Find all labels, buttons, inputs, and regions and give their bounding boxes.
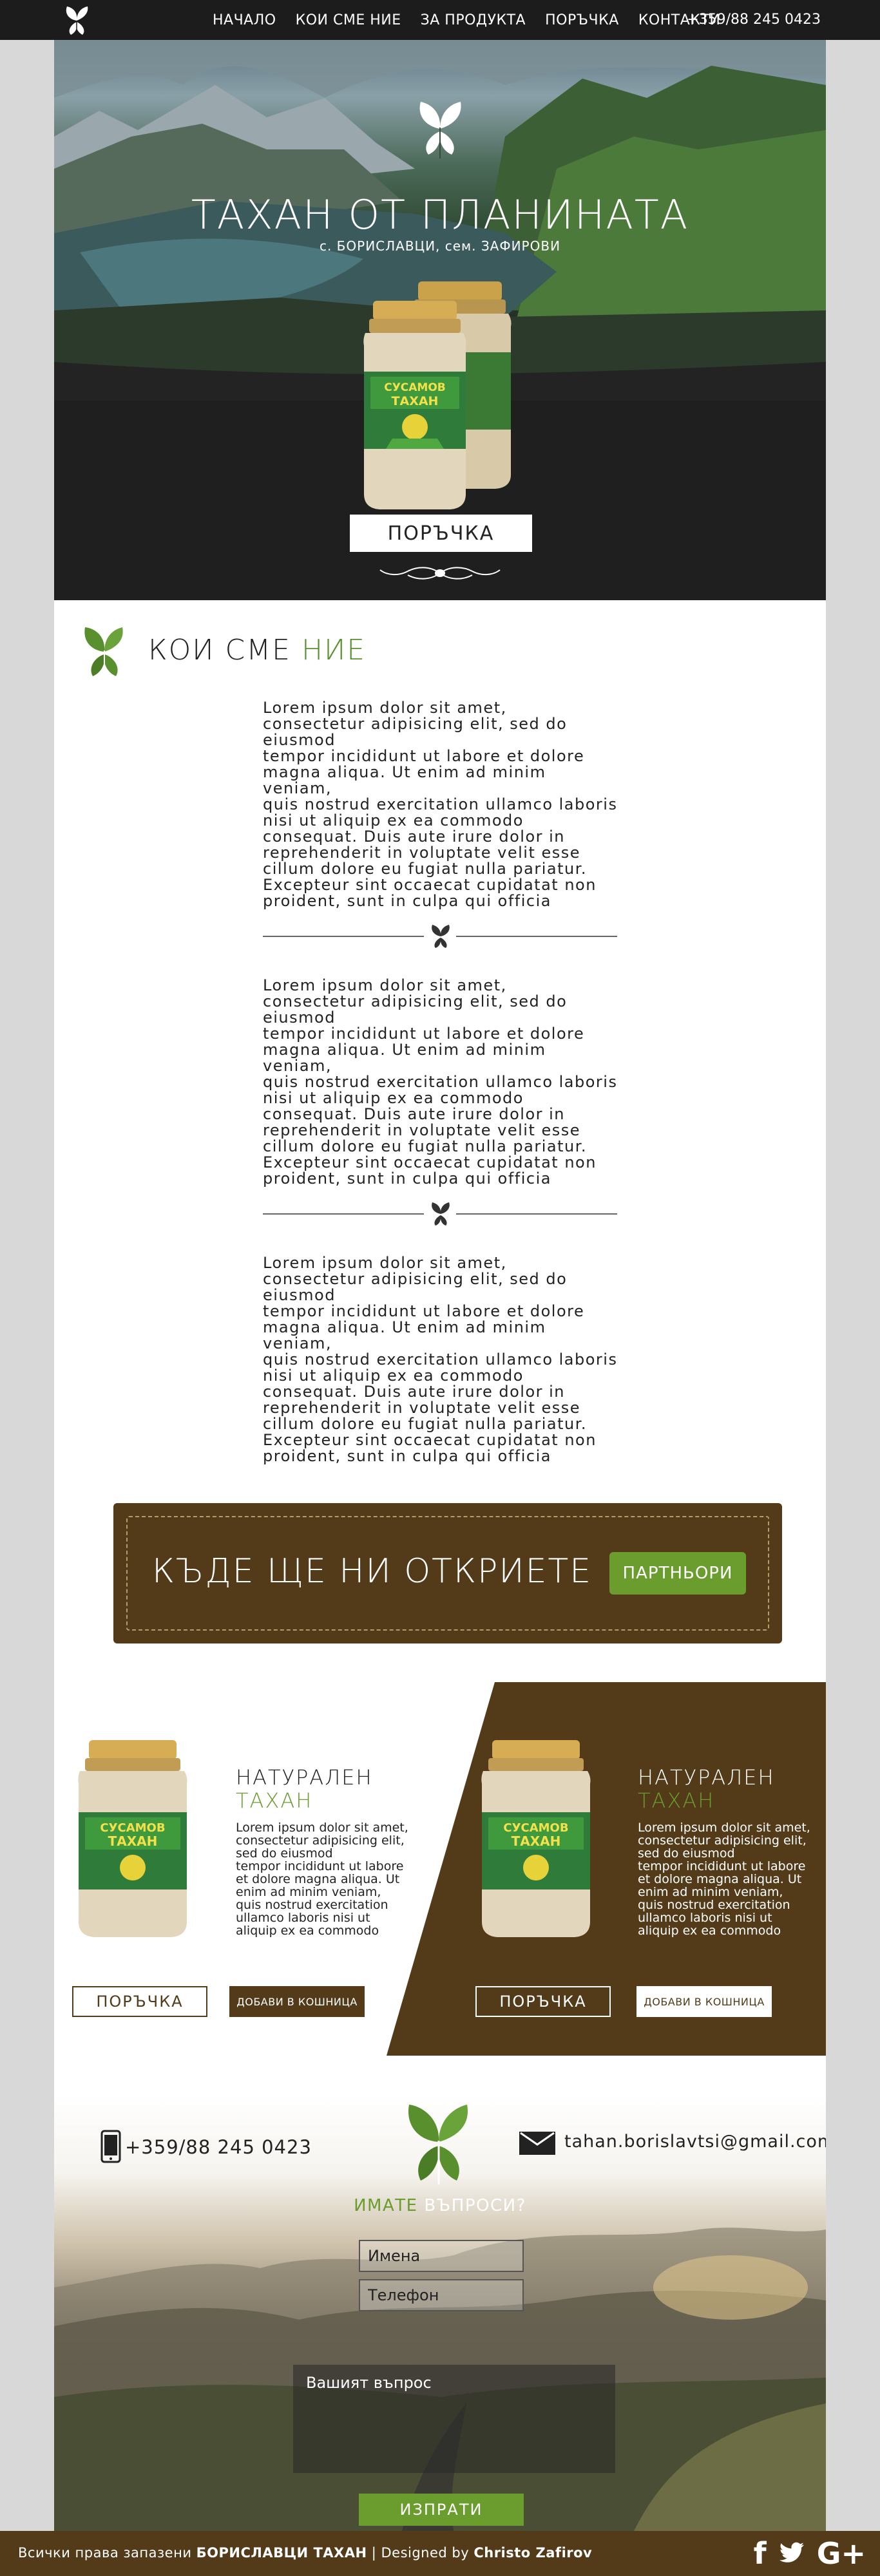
product-1-title-accent: ТАХАН (236, 1788, 313, 1813)
product-2-description: Lorem ipsum dolor sit amet, consectetur … (638, 1821, 810, 1938)
product-1-description: Lorem ipsum dolor sit amet, consectetur … (236, 1821, 408, 1938)
footer-designer[interactable]: Christo Zafirov (473, 2545, 592, 2561)
product-2-order-button[interactable]: ПОРЪЧКА (475, 1986, 611, 2017)
footer-brand: БОРИСЛАВЦИ ТАХАН (196, 2545, 367, 2561)
product-1-title: НАТУРАЛЕН ТАХАН (236, 1766, 373, 1812)
product-2-title-accent: ТАХАН (638, 1788, 715, 1813)
questions-heading: ИМАТЕ ВЪПРОСИ? (54, 2196, 826, 2215)
submit-button[interactable]: ИЗПРАТИ (359, 2494, 524, 2526)
products-section: СУСАМОВ ТАХАН НАТУРАЛЕН ТАХАН Lorem ipsum… (54, 1682, 826, 2056)
hero-section: ТАХАН ОТ ПЛАНИНАТА с. БОРИСЛАВЦИ, сем. З… (54, 40, 826, 600)
footer-text: Всички права запазени БОРИСЛАВЦИ ТАХАН |… (18, 2545, 592, 2561)
nav-link-product[interactable]: ЗА ПРОДУКТА (421, 12, 526, 28)
product-1-title-main: НАТУРАЛЕН (236, 1765, 373, 1790)
product-jar-image: СУСАМОВ ТАХАН (481, 1740, 591, 1937)
jar-label-bottom: ТАХАН (512, 1833, 561, 1849)
product-jar-image: СУСАМОВ ТАХАН (78, 1740, 187, 1937)
about-paragraph-2: Lorem ipsum dolor sit amet, consectetur … (263, 976, 618, 1188)
page-column: ТАХАН ОТ ПЛАНИНАТА с. БОРИСЛАВЦИ, сем. З… (54, 40, 826, 2531)
mail-icon (519, 2132, 555, 2155)
partners-button[interactable]: ПАРТНЬОРИ (609, 1552, 746, 1595)
jar-label-top: СУСАМОВ (503, 1821, 568, 1835)
where-to-find-us-banner: КЪДЕ ЩЕ НИ ОТКРИЕТЕ ПАРТНЬОРИ (113, 1503, 782, 1643)
about-paragraph-3: Lorem ipsum dolor sit amet, consectetur … (263, 1254, 618, 1465)
tahini-jars-image: СУСАМОВ ТАХАН (363, 281, 512, 509)
separator-leaf-icon (432, 925, 450, 948)
about-heading: КОИ СМЕ НИЕ (148, 634, 366, 667)
social-links: f G+ (754, 2537, 866, 2570)
green-leaves-icon (84, 627, 123, 679)
hero-title: ТАХАН ОТ ПЛАНИНАТА (191, 191, 689, 238)
green-leaves-logo-icon (408, 2105, 468, 2184)
question-textarea[interactable] (293, 2365, 615, 2473)
separator-leaf-icon (432, 1202, 450, 1226)
nav-link-home[interactable]: НАЧАЛО (213, 12, 276, 28)
product-1-order-button[interactable]: ПОРЪЧКА (72, 1986, 207, 2017)
phone-input[interactable] (359, 2279, 524, 2311)
product-2-add-to-cart-button[interactable]: ДОБАВИ В КОШНИЦА (636, 1986, 772, 2017)
hero-leaf-logo-icon (419, 102, 461, 158)
product-2-title: НАТУРАЛЕН ТАХАН (638, 1766, 775, 1812)
about-paragraph-1: Lorem ipsum dolor sit amet, consectetur … (263, 699, 618, 910)
questions-heading-main: ВЪПРОСИ? (417, 2196, 526, 2215)
leaf-logo-icon[interactable] (59, 3, 94, 37)
contact-section: +359/88 245 0423 tahan.borislavtsi@gmail… (54, 2094, 826, 2531)
jar-label-bottom: ТАХАН (108, 1833, 158, 1849)
name-input[interactable] (359, 2240, 524, 2272)
jar-label-top: СУСАМОВ (384, 381, 446, 394)
footer: Всички права запазени БОРИСЛАВЦИ ТАХАН |… (0, 2531, 880, 2576)
facebook-icon[interactable]: f (754, 2537, 767, 2570)
google-plus-icon[interactable]: G+ (817, 2537, 866, 2570)
leaf-separator (263, 923, 617, 949)
nav-link-about[interactable]: КОИ СМЕ НИЕ (296, 12, 401, 28)
contact-phone[interactable]: +359/88 245 0423 (125, 2136, 312, 2158)
twitter-icon[interactable] (778, 2542, 805, 2565)
questions-heading-accent: ИМАТЕ (354, 2196, 418, 2215)
product-1-add-to-cart-button[interactable]: ДОБАВИ В КОШНИЦА (229, 1986, 365, 2017)
nav-links: НАЧАЛО КОИ СМЕ НИЕ ЗА ПРОДУКТА ПОРЪЧКА К… (213, 0, 720, 40)
footer-rights: Всички права запазени (18, 2545, 196, 2561)
about-heading-main: КОИ СМЕ (148, 634, 301, 667)
flourish-ornament-icon (379, 567, 501, 580)
jar-label-bottom: ТАХАН (392, 394, 439, 408)
phone-icon (100, 2130, 121, 2163)
about-heading-accent: НИЕ (301, 634, 367, 667)
hero-subtitle: с. БОРИСЛАВЦИ, сем. ЗАФИРОВИ (319, 238, 561, 254)
jar-label-top: СУСАМОВ (100, 1821, 165, 1835)
footer-divider: | Designed by (367, 2545, 474, 2561)
nav-link-order[interactable]: ПОРЪЧКА (545, 12, 619, 28)
top-nav: НАЧАЛО КОИ СМЕ НИЕ ЗА ПРОДУКТА ПОРЪЧКА К… (0, 0, 880, 40)
nav-phone[interactable]: +359/88 245 0423 (687, 12, 821, 28)
find-us-title: КЪДЕ ЩЕ НИ ОТКРИЕТЕ (152, 1552, 593, 1591)
leaf-separator (263, 1201, 617, 1227)
product-2-title-main: НАТУРАЛЕН (638, 1765, 775, 1790)
contact-email[interactable]: tahan.borislavtsi@gmail.com (564, 2132, 826, 2152)
hero-order-button[interactable]: ПОРЪЧКА (350, 515, 532, 552)
